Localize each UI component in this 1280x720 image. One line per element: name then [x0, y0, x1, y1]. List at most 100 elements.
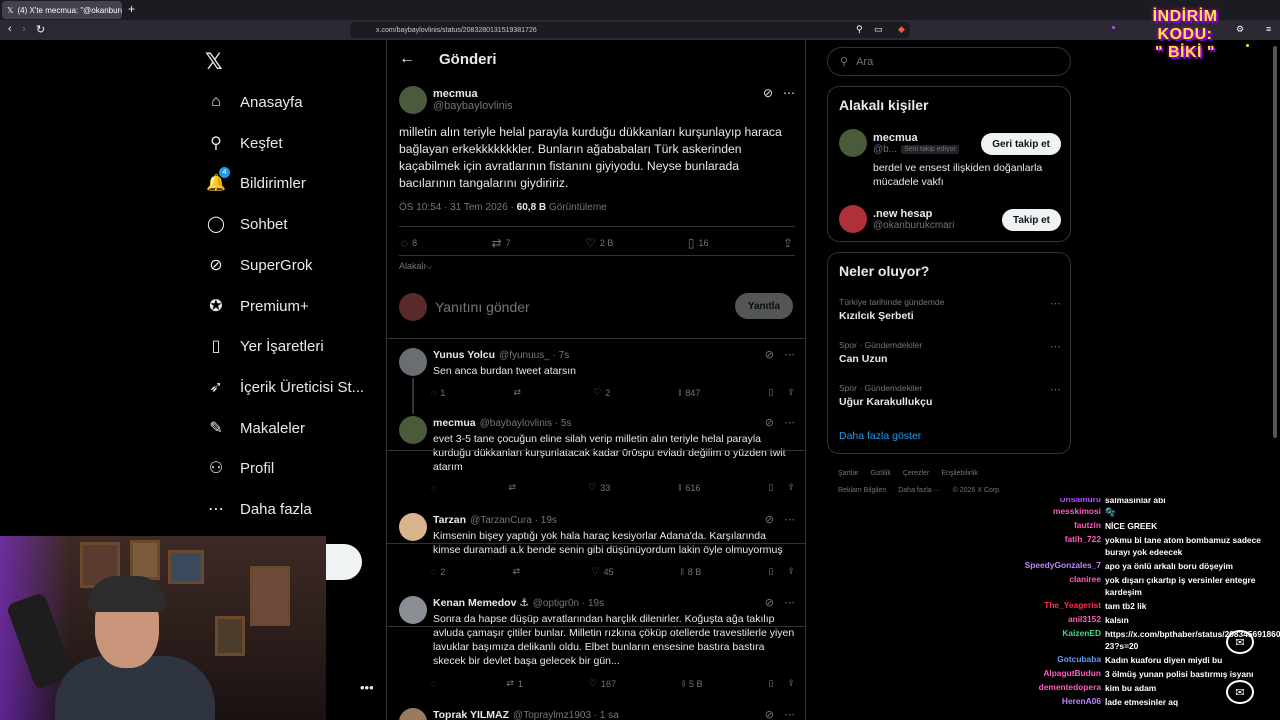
footer-link[interactable]: Gizlilik	[871, 470, 891, 477]
footer-link[interactable]: Çerezler	[903, 470, 929, 477]
bookmark-icon[interactable]: ▯	[768, 566, 773, 577]
like-action[interactable]: ♡ 2 B	[585, 236, 613, 250]
reload-icon[interactable]: ↻	[36, 23, 45, 36]
reply-author-handle[interactable]: @Topraylmz1903 · 1 sa	[513, 710, 619, 720]
more-icon[interactable]: ⋯	[1050, 340, 1061, 353]
screen-icon[interactable]: ▭	[874, 24, 883, 35]
extension-icon[interactable]: ◆	[898, 24, 905, 35]
scrollbar[interactable]	[1273, 46, 1277, 438]
trend-item[interactable]: Türkiye tarihinde gündemde Kızılcık Şerb…	[839, 297, 1061, 322]
repost-action[interactable]: ⇄	[509, 482, 521, 493]
back-icon[interactable]: ‹	[8, 23, 12, 35]
like-action[interactable]: ♡ 33	[588, 482, 610, 493]
nav-item-0[interactable]: ⌂ Anasayfa	[206, 88, 302, 116]
follow-back-button[interactable]: Geri takip et	[981, 133, 1061, 155]
grok-icon[interactable]: ⊘	[765, 708, 774, 720]
sort-relevant[interactable]: Alakalı⌵	[399, 261, 433, 272]
reply-tweet[interactable]: Kenan Memedov ⚓ @optigr0n · 19s Sonra da h…	[399, 596, 795, 668]
repost-action[interactable]: ⇄	[514, 387, 526, 398]
trend-item[interactable]: Spor · Gündemdekiler Uğur Karakullukçu ⋯	[839, 383, 1061, 408]
reply-author-handle[interactable]: @optigr0n · 19s	[533, 598, 604, 609]
post-button[interactable]	[326, 544, 362, 580]
avatar[interactable]	[399, 708, 427, 720]
reply-author-name[interactable]: Toprak YILMAZ	[433, 709, 509, 720]
nav-item-4[interactable]: ⊘ SuperGrok	[206, 251, 312, 279]
reply-author-name[interactable]: Kenan Memedov ⚓	[433, 597, 529, 609]
nav-item-5[interactable]: ✪ Premium+	[206, 292, 308, 320]
views-action[interactable]: ⫾ 8 B	[681, 566, 701, 577]
grok-icon[interactable]: ⊘	[765, 596, 774, 609]
nav-item-9[interactable]: ⚇ Profil	[206, 454, 274, 482]
avatar[interactable]	[839, 129, 867, 157]
more-icon[interactable]: ⋯	[1050, 383, 1061, 396]
share-action[interactable]: ⇪	[783, 236, 793, 250]
avatar[interactable]	[399, 348, 427, 376]
reply-input[interactable]: Yanıtını gönder	[435, 299, 530, 315]
show-more-link[interactable]: Daha fazla göster	[839, 430, 921, 442]
reply-action[interactable]: ◌ 1	[431, 387, 445, 398]
avatar[interactable]	[399, 416, 427, 444]
share-icon[interactable]: ⇪	[787, 678, 795, 689]
bookmark-action[interactable]: ▯ 16	[688, 236, 709, 250]
reply-button[interactable]: Yanıtla	[735, 293, 793, 319]
menu-icon[interactable]: ≡	[1266, 24, 1271, 34]
browser-tab[interactable]: 𝕏 (4) X'te mecmua: "@okanburuk ×	[2, 1, 122, 19]
reply-tweet[interactable]: Tarzan @TarzanCura · 19s Kimsenin bişey ya…	[399, 513, 795, 557]
tweet-author[interactable]: mecmua @baybaylovlinis ⊘ ⋯	[399, 84, 795, 116]
reply-tweet[interactable]: Yunus Yolcu @fyunuus_ · 7s Sen anca burdan…	[399, 348, 795, 378]
author-name[interactable]: mecmua	[433, 88, 513, 100]
share-icon[interactable]: ⇪	[787, 566, 795, 577]
more-icon[interactable]: ⋯	[784, 708, 795, 720]
forward-icon[interactable]: ›	[22, 23, 26, 35]
reply-author-handle[interactable]: @baybaylovlinis · 5s	[480, 418, 572, 429]
share-icon[interactable]: ⇪	[787, 482, 795, 493]
reply-tweet[interactable]: Toprak YILMAZ @Topraylmz1903 · 1 sa ⊘ ⋯	[399, 708, 795, 720]
reply-action[interactable]: ◌	[431, 482, 440, 493]
like-action[interactable]: ♡ 45	[591, 566, 613, 577]
new-tab-button[interactable]: +	[128, 2, 135, 16]
more-icon[interactable]: ⋯	[784, 513, 795, 526]
more-icon[interactable]: ⋯	[1050, 297, 1061, 310]
reply-action[interactable]: ◌	[431, 678, 440, 689]
reply-author-name[interactable]: mecmua	[433, 417, 476, 429]
repost-action[interactable]: ⇄ 1	[506, 678, 523, 689]
reply-action[interactable]: ◌ 2	[431, 566, 445, 577]
url-field[interactable]: x.com/baybaylovlinis/status/208328013151…	[350, 22, 910, 38]
zoom-icon[interactable]: ⚲	[856, 24, 863, 35]
repost-action[interactable]: ⇄	[513, 566, 525, 577]
nav-item-7[interactable]: ➶ İçerik Üreticisi St...	[206, 373, 364, 401]
more-icon[interactable]: ⋯	[784, 416, 795, 429]
follow-button[interactable]: Takip et	[1001, 209, 1061, 231]
grok-icon[interactable]: ⊘	[765, 513, 774, 526]
trend-item[interactable]: Spor · Gündemdekiler Can Uzun ⋯	[839, 340, 1061, 365]
more-icon[interactable]: ⋯	[783, 86, 795, 100]
grok-icon[interactable]: ⊘	[763, 86, 773, 100]
person-name[interactable]: .new hesap	[873, 208, 954, 220]
nav-item-10[interactable]: ⋯ Daha fazla	[206, 495, 312, 523]
views-action[interactable]: ⫾ 616	[678, 482, 700, 493]
person-name[interactable]: mecmua	[873, 132, 959, 144]
views-action[interactable]: ⫾ 847	[678, 387, 700, 398]
nav-item-3[interactable]: ◯ Sohbet	[206, 210, 288, 238]
person-handle[interactable]: @okanburukcmari	[873, 220, 954, 231]
grok-icon[interactable]: ⊘	[765, 416, 774, 429]
reply-author-name[interactable]: Yunus Yolcu	[433, 349, 495, 361]
reply-tweet[interactable]: mecmua @baybaylovlinis · 5s evet 3-5 tane …	[399, 416, 795, 474]
repost-action[interactable]: ⇄ 7	[492, 236, 511, 250]
avatar[interactable]	[839, 205, 867, 233]
nav-item-2[interactable]: 🔔 4 Bildirimler	[206, 167, 306, 197]
footer-link[interactable]: Erişilebilirlik	[941, 470, 978, 477]
footer-link[interactable]: Daha fazla ···	[898, 487, 940, 494]
bookmark-icon[interactable]: ▯	[769, 678, 774, 689]
footer-link[interactable]: Şartlar	[838, 470, 859, 477]
more-icon[interactable]: ⋯	[784, 596, 795, 609]
grok-icon[interactable]: ⊘	[765, 348, 774, 361]
related-person[interactable]: .new hesap @okanburukcmari Takip et	[839, 205, 1061, 233]
x-logo-icon[interactable]: 𝕏	[205, 49, 223, 75]
footer-link[interactable]: Reklam Bilgileri	[838, 487, 886, 494]
avatar[interactable]	[399, 293, 427, 321]
nav-item-6[interactable]: ▯ Yer İşaretleri	[206, 332, 324, 360]
bookmark-icon[interactable]: ▯	[768, 482, 773, 493]
reply-action[interactable]: ◌ 8	[401, 236, 417, 250]
account-more-icon[interactable]: •••	[360, 680, 374, 695]
